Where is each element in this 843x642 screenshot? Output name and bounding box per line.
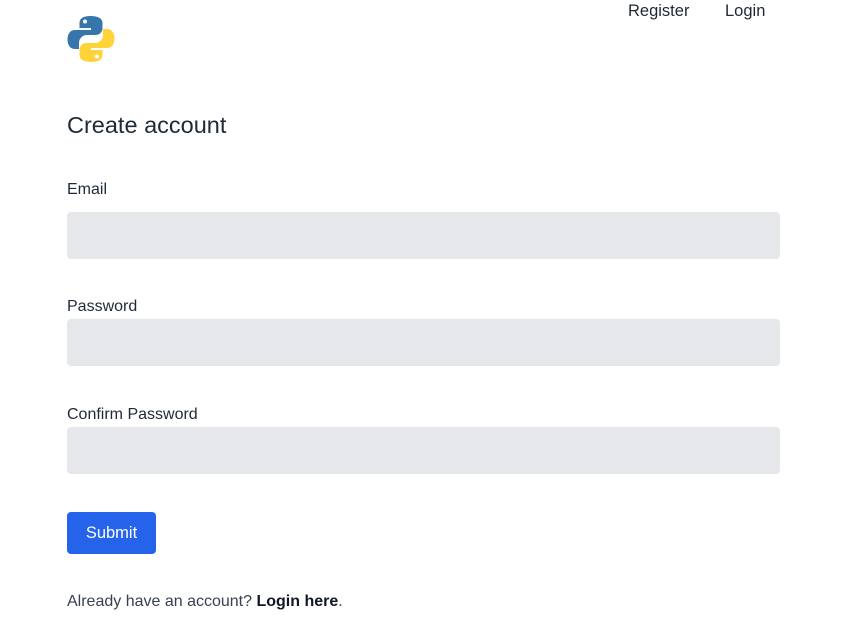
login-prompt-suffix: . xyxy=(338,593,343,610)
nav-register-link[interactable]: Register xyxy=(628,0,689,22)
password-label: Password xyxy=(67,298,138,315)
page-title: Create account xyxy=(67,112,227,138)
login-prompt-text: Already have an account? xyxy=(67,593,257,610)
register-page: Register Login Create account Email Pass… xyxy=(0,0,843,642)
login-here-link[interactable]: Login here xyxy=(256,593,338,610)
confirm-password-field[interactable] xyxy=(67,427,780,474)
nav-login-link[interactable]: Login xyxy=(725,0,765,22)
login-prompt: Already have an account? Login here. xyxy=(67,592,343,612)
submit-button[interactable]: Submit xyxy=(67,512,156,554)
email-label: Email xyxy=(67,181,108,198)
email-field[interactable] xyxy=(67,212,780,259)
python-logo-icon[interactable] xyxy=(66,14,116,64)
confirm-password-label: Confirm Password xyxy=(67,406,198,423)
password-field[interactable] xyxy=(67,319,780,366)
